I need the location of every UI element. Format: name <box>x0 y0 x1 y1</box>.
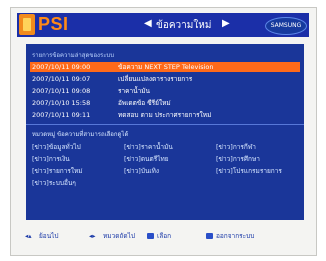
back-label: ย้อนไป <box>39 232 59 240</box>
messages-section-title: รายการข้อความล่าสุดของระบบ <box>32 52 115 59</box>
category-item[interactable]: [ข่าว]ดนตรีไทย <box>124 154 169 164</box>
header-bar: PSI ◀ ข้อความใหม่ ▶ SAMSUNG <box>17 13 309 37</box>
category-item[interactable]: [ข่าว]ราคาน้ำมัน <box>124 142 173 152</box>
message-text: ข้อความ NEXT STEP Television <box>118 63 214 71</box>
message-row[interactable]: 2007/10/10 15:58 อัพเดตข้อ ซีรีย์ใหม่ <box>30 98 300 108</box>
message-datetime: 2007/10/11 09:08 <box>32 87 91 95</box>
left-right-arrows-icon: ◂▸ <box>89 232 96 240</box>
back-arrow-icon: ◂▴ <box>25 232 32 240</box>
message-text: อัพเดตข้อ ซีรีย์ใหม่ <box>118 99 171 107</box>
category-item[interactable]: [ข่าว]การกีฬา <box>216 142 256 152</box>
nav-title: ข้อความใหม่ <box>156 20 212 31</box>
message-panel: รายการข้อความล่าสุดของระบบ 2007/10/11 09… <box>26 44 304 220</box>
message-text: เปลี่ยนแปลงตารางรายการ <box>118 75 193 83</box>
category-item[interactable]: [ข่าว]การเงิน <box>32 154 70 164</box>
message-row[interactable]: 2007/10/11 09:00 ข้อความ NEXT STEP Telev… <box>30 62 300 72</box>
category-item[interactable]: [ข่าว]โปรแกรมรายการ <box>216 166 282 176</box>
ok-button-icon <box>147 233 154 239</box>
exit-button-icon <box>206 233 213 239</box>
nav-left-arrow-icon[interactable]: ◀ <box>144 18 152 29</box>
message-text: ราคาน้ำมัน <box>118 87 150 95</box>
category-item[interactable]: [ข่าว]บันเทิง <box>124 166 159 176</box>
logo-text: PSI <box>38 14 69 34</box>
message-row[interactable]: 2007/10/11 09:08 ราคาน้ำมัน <box>30 86 300 96</box>
message-text: ทดสอบ ตาม ประกาศรายการใหม่ <box>118 111 212 119</box>
category-item[interactable]: [ข่าว]ข้อมูลทั่วไป <box>32 142 81 152</box>
footer-hints: ◂▴ ย้อนไป ◂▸ หมวดถัดไป เลือก ออกจากระบบ <box>17 226 309 246</box>
select-label: เลือก <box>157 232 172 240</box>
psi-logo-icon <box>19 14 35 35</box>
section-divider <box>26 124 304 125</box>
message-row[interactable]: 2007/10/11 09:11 ทดสอบ ตาม ประกาศรายการใ… <box>30 110 300 120</box>
message-datetime: 2007/10/11 09:11 <box>32 111 91 119</box>
nav-right-arrow-icon[interactable]: ▶ <box>222 18 230 29</box>
message-datetime: 2007/10/10 15:58 <box>32 99 91 107</box>
categories-section-title: หมวดหมู่ ข้อความที่สามารถเลือกดูได้ <box>32 131 129 138</box>
message-row[interactable]: 2007/10/11 09:07 เปลี่ยนแปลงตารางรายการ <box>30 74 300 84</box>
category-item[interactable]: [ข่าว]ระบบอื่นๆ <box>32 178 76 188</box>
category-item[interactable]: [ข่าว]รายการใหม่ <box>32 166 83 176</box>
category-item[interactable]: [ข่าว]การศึกษา <box>216 154 260 164</box>
page-label: หมวดถัดไป <box>103 232 135 240</box>
exit-label: ออกจากระบบ <box>216 232 255 240</box>
brand-logo: SAMSUNG <box>265 17 307 35</box>
message-datetime: 2007/10/11 09:00 <box>32 63 91 71</box>
message-datetime: 2007/10/11 09:07 <box>32 75 91 83</box>
